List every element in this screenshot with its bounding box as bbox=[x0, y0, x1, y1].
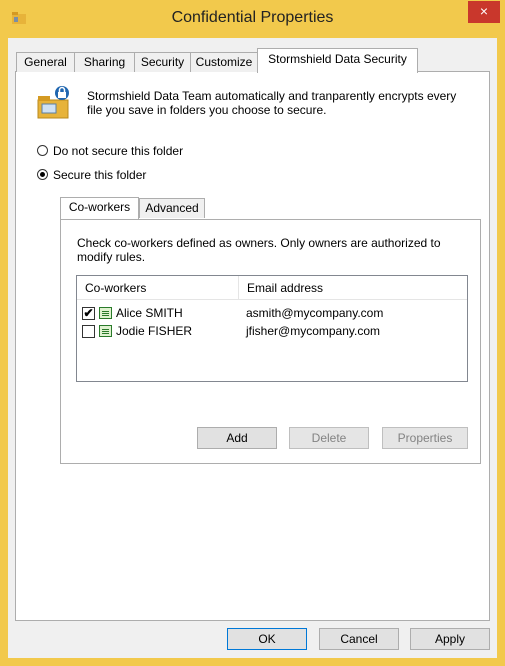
owner-checkbox[interactable]: ✔ bbox=[82, 307, 95, 320]
coworkers-list[interactable]: Co-workers Email address ✔ Alice SMITH a… bbox=[76, 275, 468, 382]
column-header-coworkers[interactable]: Co-workers bbox=[77, 276, 239, 300]
coworker-name: Jodie FISHER bbox=[116, 324, 193, 338]
table-row[interactable]: ✔ Alice SMITH asmith@mycompany.com bbox=[77, 305, 467, 322]
secure-folder-icon bbox=[37, 86, 69, 119]
coworker-email: jfisher@mycompany.com bbox=[246, 324, 380, 338]
tab-security[interactable]: Security bbox=[134, 52, 191, 72]
apply-button[interactable]: Apply bbox=[410, 628, 490, 650]
ok-button[interactable]: OK bbox=[227, 628, 307, 650]
title-bar[interactable]: Confidential Properties × bbox=[0, 0, 505, 38]
radio-circle bbox=[37, 169, 48, 180]
tab-general[interactable]: General bbox=[16, 52, 75, 72]
radio-dot bbox=[40, 172, 45, 177]
tab-customize[interactable]: Customize bbox=[190, 52, 258, 72]
tab-advanced[interactable]: Advanced bbox=[139, 198, 205, 218]
table-row[interactable]: Jodie FISHER jfisher@mycompany.com bbox=[77, 323, 467, 340]
user-card-icon bbox=[99, 325, 112, 337]
radio-label: Do not secure this folder bbox=[53, 144, 184, 158]
add-button[interactable]: Add bbox=[197, 427, 277, 449]
tab-sharing[interactable]: Sharing bbox=[74, 52, 135, 72]
close-button[interactable]: × bbox=[468, 1, 500, 23]
cancel-button[interactable]: Cancel bbox=[319, 628, 399, 650]
description-text: Stormshield Data Team automatically and … bbox=[87, 89, 457, 117]
delete-button[interactable]: Delete bbox=[289, 427, 369, 449]
window-title: Confidential Properties bbox=[171, 9, 334, 26]
user-card-icon bbox=[99, 307, 112, 319]
coworkers-instruction: Check co-workers defined as owners. Only… bbox=[77, 236, 441, 264]
owner-checkbox[interactable] bbox=[82, 325, 95, 338]
column-header-email[interactable]: Email address bbox=[239, 276, 467, 300]
radio-label: Secure this folder bbox=[53, 168, 147, 182]
radio-circle bbox=[37, 145, 48, 156]
properties-window: Confidential Properties × General Sharin… bbox=[0, 0, 505, 666]
radio-do-not-secure[interactable]: Do not secure this folder bbox=[37, 143, 237, 159]
properties-button[interactable]: Properties bbox=[382, 427, 468, 449]
coworker-name: Alice SMITH bbox=[116, 306, 183, 320]
radio-secure[interactable]: Secure this folder bbox=[37, 167, 237, 183]
tab-stormshield[interactable]: Stormshield Data Security bbox=[257, 48, 418, 73]
tab-coworkers[interactable]: Co-workers bbox=[60, 197, 139, 219]
coworker-email: asmith@mycompany.com bbox=[246, 306, 384, 320]
